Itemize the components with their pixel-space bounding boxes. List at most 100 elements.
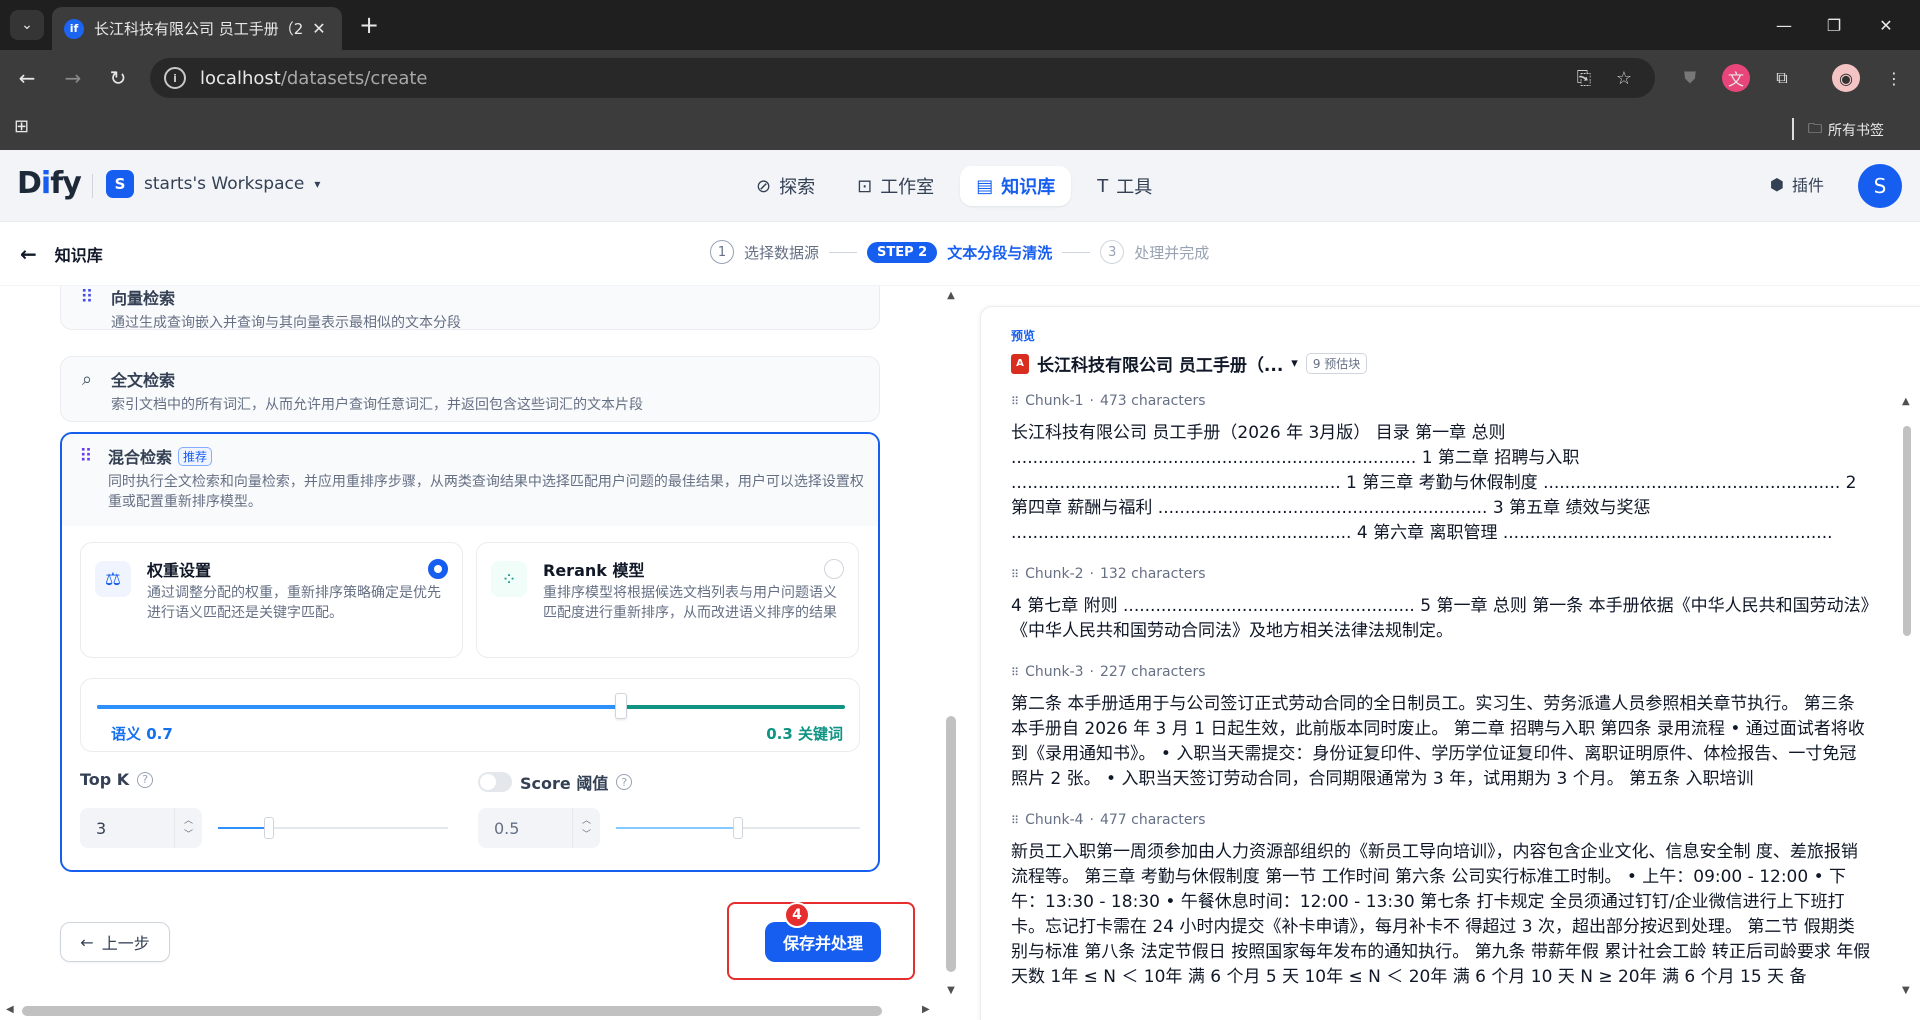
chunk-item: ⠿ Chunk-1 · 473 characters 长江科技有限公司 员工手册（20…: [1011, 391, 1871, 546]
bookmark-star-icon[interactable]: ☆: [1612, 66, 1636, 90]
top-k-input[interactable]: 3 ︿ ﹀: [80, 808, 202, 848]
vector-search-option[interactable]: ⠿ 向量检索 通过生成查询嵌入并查询与其向量表示最相似的文本分段: [60, 286, 880, 331]
score-threshold-toggle[interactable]: [478, 772, 512, 792]
chunk-name: Chunk-2: [1025, 566, 1084, 582]
apps-grid-icon[interactable]: ⊞: [14, 116, 36, 138]
top-k-slider-fill: [218, 827, 269, 829]
weight-settings-radio[interactable]: [428, 559, 448, 579]
chunk-grid-icon: ⠿: [1011, 665, 1020, 679]
reload-icon[interactable]: ↻: [103, 63, 133, 93]
chevron-down-icon: ▾: [1291, 356, 1298, 371]
chunk-text: 新员工入职第一周须参加由人力资源部组织的《新员工导向培训》，内容包含企业文化、信…: [1011, 842, 1871, 987]
workspace-name: starts's Workspace: [144, 174, 305, 194]
close-window-icon[interactable]: ✕: [1866, 10, 1906, 40]
scroll-up-icon[interactable]: ▲: [946, 290, 956, 301]
scrollbar-thumb[interactable]: [946, 716, 956, 972]
score-stepper[interactable]: ︿ ﹀: [572, 808, 600, 848]
step-marker-badge: 4: [784, 902, 810, 928]
step-2-badge: STEP 2: [867, 241, 938, 263]
chunk-grid-icon: ⠿: [1011, 567, 1020, 581]
stepper: 1 选择数据源 STEP 2 文本分段与清洗 3 处理并完成: [710, 240, 1209, 264]
install-app-icon[interactable]: ⎘: [1572, 66, 1596, 90]
browser-tab-bar: ⌄ if 长江科技有限公司 员工手册（2 ✕ + — ❐ ✕: [0, 0, 1920, 50]
extension-shield-icon[interactable]: ⛊: [1676, 64, 1704, 92]
chunk-name: Chunk-1: [1025, 393, 1084, 409]
profile-avatar-icon[interactable]: ◉: [1832, 64, 1860, 92]
semantic-weight-fill: [97, 705, 621, 709]
scroll-left-icon[interactable]: ◀: [6, 1004, 14, 1015]
nav-knowledge[interactable]: ▤ 知识库: [960, 166, 1072, 206]
rerank-model-card[interactable]: ⁘ Rerank 模型 重排序模型将根据候选文档列表与用户问题语义匹配度进行重新…: [476, 542, 859, 658]
browser-toolbar: ← → ↻ i localhost/datasets/create ⎘ ☆ ⛊ …: [0, 50, 1920, 106]
scrollbar-thumb[interactable]: [22, 1006, 882, 1016]
address-bar[interactable]: i localhost/datasets/create ⎘ ☆: [150, 58, 1655, 98]
new-tab-button[interactable]: +: [354, 10, 384, 40]
left-horizontal-scrollbar[interactable]: ◀ ▶: [0, 1000, 940, 1020]
top-k-slider-thumb[interactable]: [263, 817, 274, 839]
plugins-button[interactable]: ⬢ 插件: [1770, 172, 1824, 196]
forward-arrow-icon[interactable]: →: [58, 63, 88, 93]
save-and-process-button[interactable]: 保存并处理: [765, 922, 881, 962]
weight-slider-thumb[interactable]: [614, 693, 627, 719]
site-info-icon[interactable]: i: [164, 67, 186, 89]
top-k-stepper[interactable]: ︿ ﹀: [174, 808, 202, 848]
preview-scrollbar[interactable]: ▲ ▼: [1900, 396, 1914, 996]
chunk-item: ⠿ Chunk-2 · 132 characters 4 第七章 附则 .......…: [1011, 564, 1871, 644]
rerank-model-radio[interactable]: [824, 559, 844, 579]
step-1-number: 1: [710, 240, 734, 264]
help-icon[interactable]: ?: [137, 771, 154, 788]
chevron-down-icon: ﹀: [183, 830, 193, 840]
segment-settings-panel: ⠿ 向量检索 通过生成查询嵌入并查询与其向量表示最相似的文本分段 ⌕ 全文检索 …: [0, 286, 940, 1020]
step-connector: [829, 251, 858, 253]
help-icon[interactable]: ?: [616, 774, 633, 790]
workspace-switcher[interactable]: S starts's Workspace ▾: [106, 170, 320, 198]
scroll-down-icon[interactable]: ▼: [946, 985, 956, 996]
restore-icon[interactable]: ❐: [1814, 10, 1854, 40]
hammer-icon: T: [1097, 175, 1109, 197]
chunk-text: 第二条 本手册适用于与公司签订正式劳动合同的全日制员工。实习生、劳务派遣人员参照…: [1011, 694, 1865, 789]
chunk-name: Chunk-4: [1025, 812, 1084, 828]
preview-document-selector[interactable]: A 长江科技有限公司 员工手册（... ▾ 9 预估块: [1011, 351, 1368, 376]
bookmarks-separator: [1792, 118, 1794, 140]
tab-search-button[interactable]: ⌄: [10, 10, 44, 40]
previous-step-button[interactable]: ← 上一步: [60, 922, 170, 962]
nav-studio[interactable]: ⊡ 工作室: [841, 166, 950, 206]
dify-logo[interactable]: Dify: [17, 166, 82, 201]
score-threshold-input[interactable]: 0.5 ︿ ﹀: [478, 808, 600, 848]
fulltext-search-option[interactable]: ⌕ 全文检索 索引文档中的所有词汇，从而允许用户查询任意词汇，并返回包含这些词汇…: [60, 356, 880, 422]
weight-slider-track[interactable]: [97, 705, 845, 709]
menu-dots-icon[interactable]: ⋮: [1880, 64, 1908, 92]
extensions-puzzle-icon[interactable]: ⧉: [1768, 64, 1796, 92]
score-threshold-label: Score 阈值 ?: [478, 770, 633, 794]
step-2-label: 文本分段与清洗: [947, 243, 1053, 262]
top-k-label: Top K ?: [80, 770, 154, 789]
minimize-icon[interactable]: —: [1764, 10, 1804, 40]
scroll-down-icon[interactable]: ▼: [1902, 985, 1910, 996]
vector-grid-icon: ⠿: [80, 286, 94, 308]
browser-tab[interactable]: if 长江科技有限公司 员工手册（2 ✕: [52, 7, 342, 50]
nav-explore[interactable]: ⊘ 探索: [740, 166, 831, 206]
left-vertical-scrollbar[interactable]: ▲ ▼: [944, 286, 958, 1000]
close-tab-icon[interactable]: ✕: [308, 19, 330, 38]
fulltext-search-desc: 索引文档中的所有词汇，从而允许用户查询任意词汇，并返回包含这些词汇的文本片段: [111, 397, 643, 413]
book-icon: ▤: [976, 175, 994, 197]
nav-tools[interactable]: T 工具: [1081, 166, 1168, 206]
scroll-up-icon[interactable]: ▲: [1902, 396, 1910, 407]
scroll-right-icon[interactable]: ▶: [922, 1004, 930, 1015]
score-threshold-slider[interactable]: [616, 817, 860, 839]
user-avatar[interactable]: S: [1858, 164, 1902, 208]
pdf-file-icon: A: [1011, 353, 1029, 374]
all-bookmarks[interactable]: 🗀 所有书签: [1808, 118, 1884, 142]
back-arrow-icon[interactable]: ←: [12, 63, 42, 93]
scrollbar-thumb[interactable]: [1903, 426, 1911, 636]
rerank-icon: ⁘: [491, 561, 527, 597]
top-k-slider[interactable]: [218, 817, 448, 839]
score-slider-thumb[interactable]: [733, 817, 743, 839]
weight-settings-card[interactable]: ⚖ 权重设置 通过调整分配的权重，重新排序策略确定是优先进行语义匹配还是关键字匹…: [80, 542, 463, 658]
chunk-estimate-badge: 9 预估块: [1305, 353, 1368, 374]
back-to-knowledge-link[interactable]: ← 知识库: [20, 242, 103, 266]
preview-doc-name: 长江科技有限公司 员工手册（...: [1037, 356, 1284, 376]
chevron-down-icon: ﹀: [581, 830, 591, 840]
chunk-item: ⠿ Chunk-3 · 227 characters 第二条 本手册适用于与公司签订正…: [1011, 662, 1871, 792]
translate-extension-icon[interactable]: 文: [1722, 64, 1750, 92]
